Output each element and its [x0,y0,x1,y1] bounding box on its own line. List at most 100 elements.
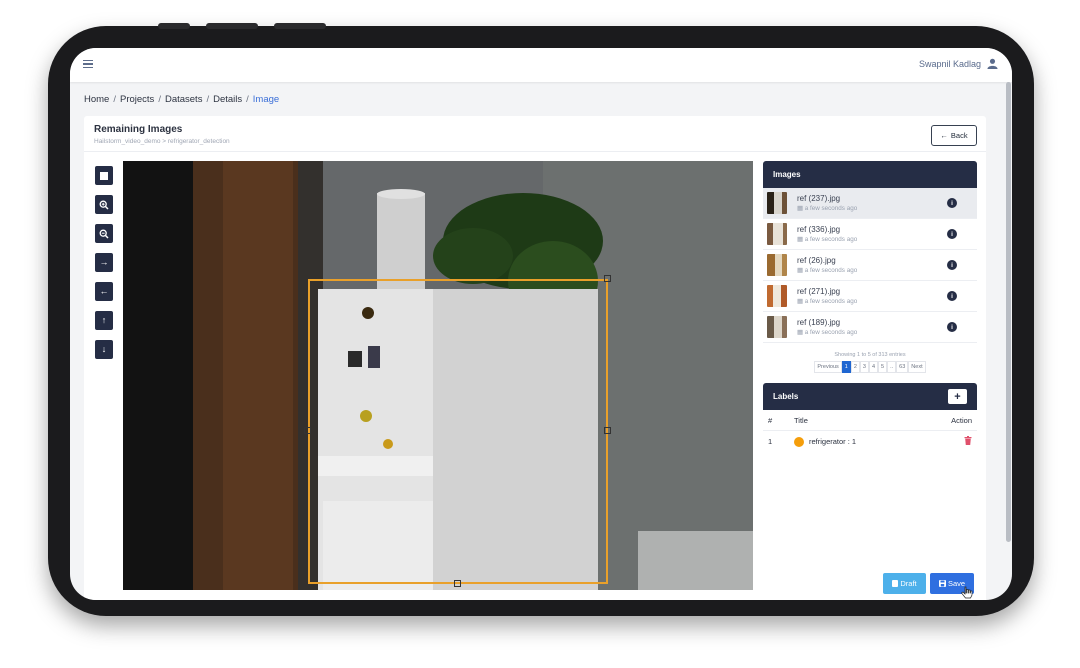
image-time: ▦ a few seconds ago [797,329,858,336]
column-title: Title [794,415,808,425]
add-label-button[interactable]: + [948,389,967,404]
annotation-toolbar: → ← ↑ ↓ [95,166,113,359]
square-tool-icon[interactable] [95,166,113,185]
page-previous[interactable]: Previous [814,361,842,373]
arrow-left-icon: ← [940,131,948,140]
card-header: Remaining Images Hailstorm_video_demo > … [84,116,986,152]
label-row[interactable]: 1 refrigerator : 1 [763,431,977,452]
breadcrumb-details[interactable]: Details [213,94,242,105]
card-subtitle: Hailstorm_video_demo > refrigerator_dete… [94,138,230,145]
top-bar: Swapnil Kadlag [70,48,1012,82]
image-thumbnail [767,254,787,276]
image-name: ref (189).jpg [797,318,841,327]
draft-button[interactable]: Draft [883,573,926,594]
zoom-out-icon[interactable] [95,224,113,243]
breadcrumb-projects[interactable]: Projects [120,94,154,105]
info-icon[interactable]: i [947,198,957,208]
image-list-item[interactable]: ref (26).jpg ▦ a few seconds ago i [763,250,977,281]
phone-button [206,23,258,29]
breadcrumb-separator: / [206,94,210,105]
user-name: Swapnil Kadlag [918,58,981,69]
image-time-text: a few seconds ago [804,329,858,336]
page-2[interactable]: 2 [850,361,860,373]
image-thumbnail [767,285,787,307]
info-icon[interactable]: i [947,291,957,301]
page-3[interactable]: 3 [859,361,869,373]
arrow-right-icon[interactable]: → [95,253,113,272]
image-time: ▦ a few seconds ago [797,205,858,212]
page-next[interactable]: Next [908,361,926,373]
arrow-down-icon[interactable]: ↓ [95,340,113,359]
image-thumbnail [767,223,787,245]
images-list: ref (237).jpg ▦ a few seconds ago i ref (… [763,188,977,343]
phone-button [274,23,326,29]
breadcrumb: Home / Projects / Datasets / Details / I… [84,94,279,105]
image-time: ▦ a few seconds ago [797,267,858,274]
breadcrumb-separator: / [246,94,249,105]
bbox-handle[interactable] [604,427,611,434]
arrow-up-icon[interactable]: ↑ [95,311,113,330]
image-time-text: a few seconds ago [804,267,858,274]
images-panel-title: Images [773,170,801,179]
app-screen: Swapnil Kadlag Home / Projects / Dataset… [70,48,1012,600]
page-5[interactable]: 5 [878,361,888,373]
breadcrumb-current: Image [252,94,280,105]
menu-icon[interactable] [83,60,93,68]
trash-icon[interactable] [964,436,972,447]
image-name: ref (237).jpg [797,194,841,203]
column-number: # [768,415,773,425]
draft-label: Draft [900,579,917,588]
back-label: Back [950,131,968,140]
info-icon[interactable]: i [947,229,957,239]
right-panel: Images ref (237).jpg ▦ a few seconds ago … [763,161,977,452]
zoom-in-icon[interactable] [95,195,113,214]
labels-panel-title: Labels [773,392,799,401]
image-list-item[interactable]: ref (271).jpg ▦ a few seconds ago i [763,281,977,312]
entries-info: Showing 1 to 5 of 313 entries [834,352,906,358]
image-name: ref (336).jpg [797,225,841,234]
page-63[interactable]: 63 [896,361,909,373]
image-time: ▦ a few seconds ago [797,298,858,305]
image-list-item[interactable]: ref (237).jpg ▦ a few seconds ago i [763,188,977,219]
image-name: ref (271).jpg [797,287,841,296]
image-list-item[interactable]: ref (189).jpg ▦ a few seconds ago i [763,312,977,343]
info-icon[interactable]: i [947,322,957,332]
page-1[interactable]: 1 [841,361,851,373]
image-thumbnail [767,316,787,338]
info-icon[interactable]: i [947,260,957,270]
cursor-hand-icon [961,586,973,599]
page-scrollbar[interactable] [1006,82,1011,542]
user-icon [987,58,998,69]
label-number: 1 [768,437,773,446]
breadcrumb-datasets[interactable]: Datasets [165,94,203,105]
image-time: ▦ a few seconds ago [797,236,858,243]
column-action: Action [951,415,972,425]
pagination: Previous 1 2 3 4 5 .. 63 Next [763,361,977,373]
phone-button [158,23,190,29]
image-time-text: a few seconds ago [804,236,858,243]
bbox-handle[interactable] [454,580,461,587]
breadcrumb-home[interactable]: Home [84,94,109,105]
bounding-box[interactable] [308,279,608,584]
image-time-text: a few seconds ago [804,298,858,305]
bbox-handle[interactable] [304,427,311,434]
user-menu[interactable]: Swapnil Kadlag [919,58,998,69]
page-ellipsis: .. [887,361,897,373]
breadcrumb-separator: / [158,94,161,105]
label-title: refrigerator : 1 [809,437,857,446]
labels-table-header: # Title Action [763,410,977,431]
image-thumbnail [767,192,787,214]
image-canvas[interactable] [123,161,753,590]
label-color-dot [794,436,804,447]
image-list-item[interactable]: ref (336).jpg ▦ a few seconds ago i [763,219,977,250]
save-icon [938,580,946,587]
images-panel-header: Images [763,161,977,188]
back-button[interactable]: ← Back [931,125,977,146]
arrow-left-icon[interactable]: ← [95,282,113,301]
image-time-text: a few seconds ago [804,205,858,212]
bbox-handle[interactable] [604,275,611,282]
annotation-card: Remaining Images Hailstorm_video_demo > … [84,116,986,600]
draft-icon [892,580,899,587]
breadcrumb-separator: / [113,94,116,105]
page-4[interactable]: 4 [868,361,879,373]
